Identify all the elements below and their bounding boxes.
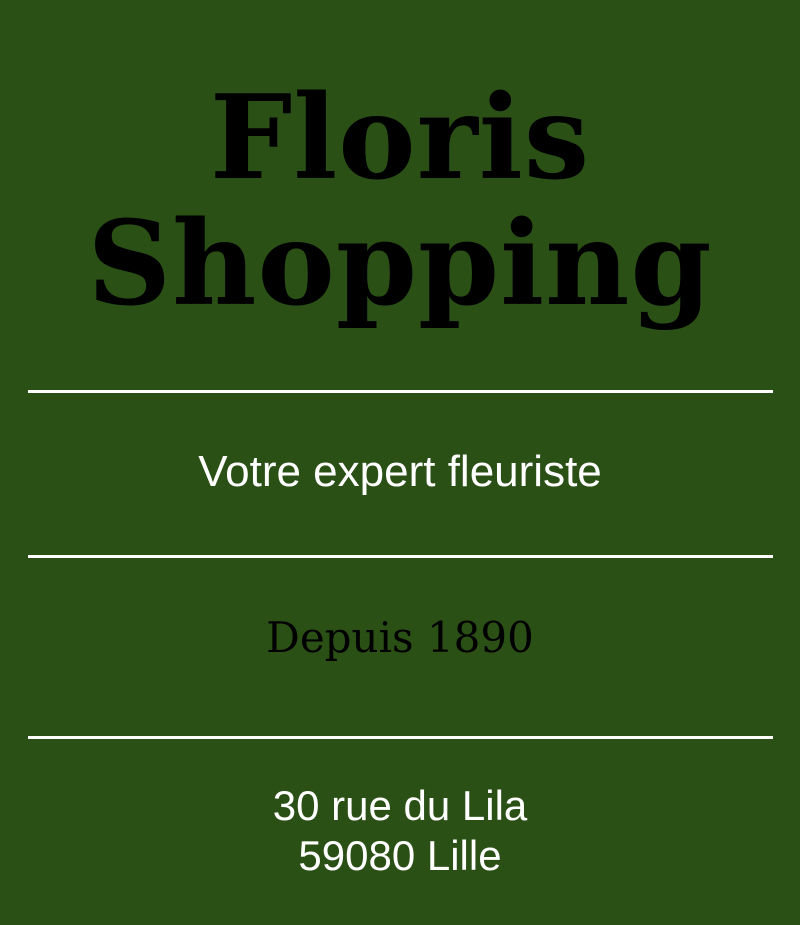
since-year: Depuis 1890 <box>266 613 534 662</box>
divider-middle <box>28 555 773 558</box>
brand-title-line-1: Floris <box>209 70 591 206</box>
tagline: Votre expert fleuriste <box>198 447 602 496</box>
address-city: 59080 Lille <box>298 832 502 879</box>
address-street: 30 rue du Lila <box>272 782 528 829</box>
divider-bottom <box>28 736 773 739</box>
divider-top <box>28 390 773 393</box>
business-card: Floris Shopping Votre expert fleuriste D… <box>0 0 800 925</box>
brand-title-line-2: Shopping <box>87 196 713 332</box>
